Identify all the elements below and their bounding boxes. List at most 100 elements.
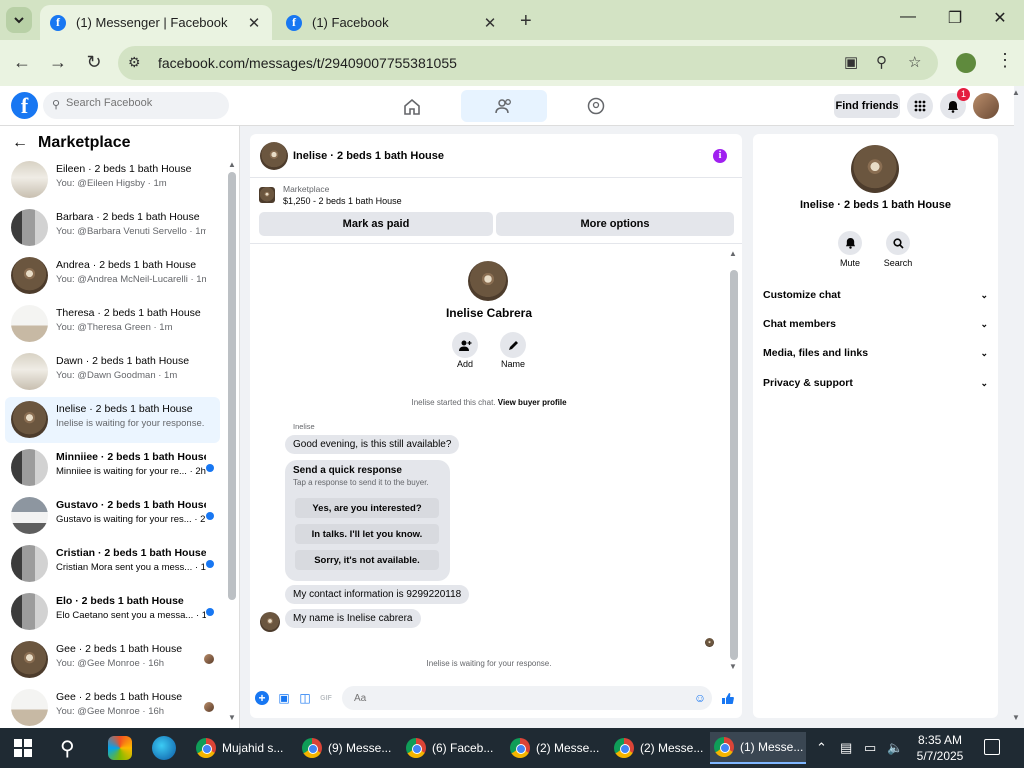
- nickname-button[interactable]: [500, 332, 526, 358]
- show-hidden-icons-icon[interactable]: ⌃: [816, 740, 827, 756]
- conversation-item[interactable]: Gustavo · 2 beds 1 bath House Gustavo is …: [5, 493, 220, 539]
- copilot-icon[interactable]: [108, 736, 132, 760]
- conversation-name: Gee · 2 beds 1 bath House: [56, 691, 183, 703]
- quick-reply-button[interactable]: Sorry, it's not available.: [295, 550, 439, 570]
- plus-icon[interactable]: +: [255, 691, 269, 705]
- meet-now-icon[interactable]: ▤: [840, 740, 852, 756]
- taskbar-app-button[interactable]: Mujahid s...: [192, 732, 288, 764]
- conversation-item[interactable]: Cristian · 2 beds 1 bath House Cristian M…: [5, 541, 220, 587]
- account-avatar[interactable]: [973, 93, 999, 119]
- edge-browser-icon[interactable]: [152, 736, 176, 760]
- thumbs-up-icon[interactable]: [720, 691, 734, 705]
- find-friends-button[interactable]: Find friends: [834, 94, 900, 118]
- tab-messenger[interactable]: f (1) Messenger | Facebook ✕: [40, 5, 272, 40]
- chat-scrollbar[interactable]: [730, 270, 738, 660]
- more-options-button[interactable]: More options: [496, 212, 734, 236]
- bookmark-star-icon[interactable]: ☆: [908, 53, 921, 71]
- chat-avatar[interactable]: [260, 142, 288, 170]
- address-bar[interactable]: ⚙ facebook.com/messages/t/29409007755381…: [118, 46, 938, 80]
- chrome-icon: [302, 738, 322, 758]
- new-tab-button[interactable]: +: [520, 10, 532, 33]
- conversation-item[interactable]: Minniiee · 2 beds 1 bath House Minniiee i…: [5, 445, 220, 491]
- menu-grid-button[interactable]: [907, 93, 933, 119]
- reload-button[interactable]: ↻: [82, 52, 106, 73]
- taskbar-app-button[interactable]: (9) Messe...: [298, 732, 394, 764]
- conversation-item[interactable]: Gee · 2 beds 1 bath House You: @Gee Monro…: [5, 685, 220, 731]
- restore-button[interactable]: ❐: [935, 8, 975, 28]
- page-scroll-up-arrow[interactable]: ▲: [1012, 88, 1020, 97]
- nav-groups[interactable]: [553, 90, 639, 122]
- forward-button[interactable]: →: [46, 52, 70, 73]
- conversation-item[interactable]: Andrea · 2 beds 1 bath House You: @Andrea…: [5, 253, 220, 299]
- close-window-button[interactable]: ✕: [980, 8, 1020, 28]
- scroll-up-arrow[interactable]: ▲: [228, 160, 236, 169]
- message-bubble[interactable]: My contact information is 9299220118: [285, 585, 470, 604]
- message-bubble[interactable]: Good evening, is this still available?: [285, 435, 460, 454]
- tab-facebook[interactable]: f (1) Facebook ✕: [276, 5, 508, 40]
- back-arrow-icon[interactable]: ←: [12, 134, 28, 152]
- close-tab-icon[interactable]: ✕: [246, 14, 262, 32]
- site-info-icon[interactable]: ⚙: [128, 54, 141, 71]
- conversation-item[interactable]: Theresa · 2 beds 1 bath House You: @There…: [5, 301, 220, 347]
- facebook-search[interactable]: ⚲: [43, 92, 229, 119]
- minimize-button[interactable]: —: [888, 8, 928, 26]
- chrome-profile-icon[interactable]: [956, 53, 976, 73]
- conversation-item[interactable]: Dawn · 2 beds 1 bath House You: @Dawn Goo…: [5, 349, 220, 395]
- mark-as-paid-button[interactable]: Mark as paid: [259, 212, 493, 236]
- view-buyer-profile-link[interactable]: View buyer profile: [498, 398, 567, 407]
- install-app-icon[interactable]: ▣: [844, 53, 858, 71]
- volume-icon[interactable]: 🔈: [887, 740, 903, 756]
- tab-search-button[interactable]: [6, 7, 32, 33]
- taskbar-app-button[interactable]: (6) Faceb...: [402, 732, 498, 764]
- taskbar-search-icon[interactable]: ⚲: [60, 736, 75, 761]
- add-button[interactable]: [452, 332, 478, 358]
- nav-friends[interactable]: [461, 90, 547, 122]
- chat-members-row[interactable]: Chat members ⌄: [763, 314, 988, 334]
- quick-reply-button[interactable]: Yes, are you interested?: [295, 498, 439, 518]
- gif-icon[interactable]: GIF: [319, 691, 333, 705]
- conversation-item[interactable]: Barbara · 2 beds 1 bath House You: @Barba…: [5, 205, 220, 251]
- network-icon[interactable]: ▭: [864, 740, 876, 756]
- emoji-icon[interactable]: ☺: [693, 691, 707, 705]
- quick-reply-button[interactable]: In talks. I'll let you know.: [295, 524, 439, 544]
- taskbar-clock[interactable]: 8:35 AM 5/7/2025: [912, 732, 968, 764]
- media-files-links-row[interactable]: Media, files and links ⌄: [763, 343, 988, 363]
- action-center-icon[interactable]: [984, 739, 1000, 755]
- privacy-support-row[interactable]: Privacy & support ⌄: [763, 373, 988, 393]
- back-button[interactable]: ←: [10, 52, 34, 73]
- sticker-icon[interactable]: ◫: [298, 691, 312, 705]
- conversation-item[interactable]: Eileen · 2 beds 1 bath House You: @Eileen…: [5, 157, 220, 203]
- message-input[interactable]: [342, 686, 712, 710]
- chevron-down-icon: ⌄: [980, 377, 988, 388]
- conversation-item[interactable]: Gee · 2 beds 1 bath House You: @Gee Monro…: [5, 637, 220, 683]
- zoom-icon[interactable]: ⚲: [876, 53, 887, 71]
- chrome-menu-icon[interactable]: ⋮: [996, 50, 1014, 71]
- message-bubble[interactable]: My name is Inelise cabrera: [285, 609, 421, 628]
- info-icon[interactable]: i: [713, 149, 727, 163]
- customize-chat-row[interactable]: Customize chat ⌄: [763, 285, 988, 305]
- photo-icon[interactable]: ▣: [277, 691, 291, 705]
- chat-scroll-up-arrow[interactable]: ▲: [729, 249, 737, 258]
- conversation-item[interactable]: Inelise · 2 beds 1 bath House Inelise is …: [5, 397, 220, 443]
- mute-button[interactable]: [838, 231, 862, 255]
- search-in-chat-button[interactable]: [886, 231, 910, 255]
- search-icon: ⚲: [52, 99, 61, 111]
- facebook-logo-icon[interactable]: f: [11, 92, 38, 119]
- details-avatar[interactable]: [851, 145, 899, 193]
- close-tab-icon[interactable]: ✕: [482, 14, 498, 32]
- taskbar-app-button[interactable]: (2) Messe...: [610, 732, 706, 764]
- buyer-avatar[interactable]: [468, 261, 508, 301]
- nav-home[interactable]: [369, 90, 455, 122]
- listing-price[interactable]: $1,250 - 2 beds 1 bath House: [283, 196, 402, 206]
- conversation-item[interactable]: Elo · 2 beds 1 bath House Elo Caetano sen…: [5, 589, 220, 635]
- page-scroll-down-arrow[interactable]: ▼: [1012, 713, 1020, 722]
- chat-title[interactable]: Inelise · 2 beds 1 bath House: [293, 150, 444, 162]
- taskbar-app-button[interactable]: (2) Messe...: [506, 732, 602, 764]
- conversation-scrollbar[interactable]: [228, 172, 236, 600]
- facebook-search-input[interactable]: [66, 97, 221, 109]
- taskbar-app-button[interactable]: (1) Messe...: [710, 732, 806, 764]
- windows-start-icon[interactable]: [14, 739, 32, 757]
- listing-thumbnail[interactable]: [259, 187, 275, 203]
- chat-scroll-down-arrow[interactable]: ▼: [729, 662, 737, 671]
- scroll-down-arrow[interactable]: ▼: [228, 713, 236, 722]
